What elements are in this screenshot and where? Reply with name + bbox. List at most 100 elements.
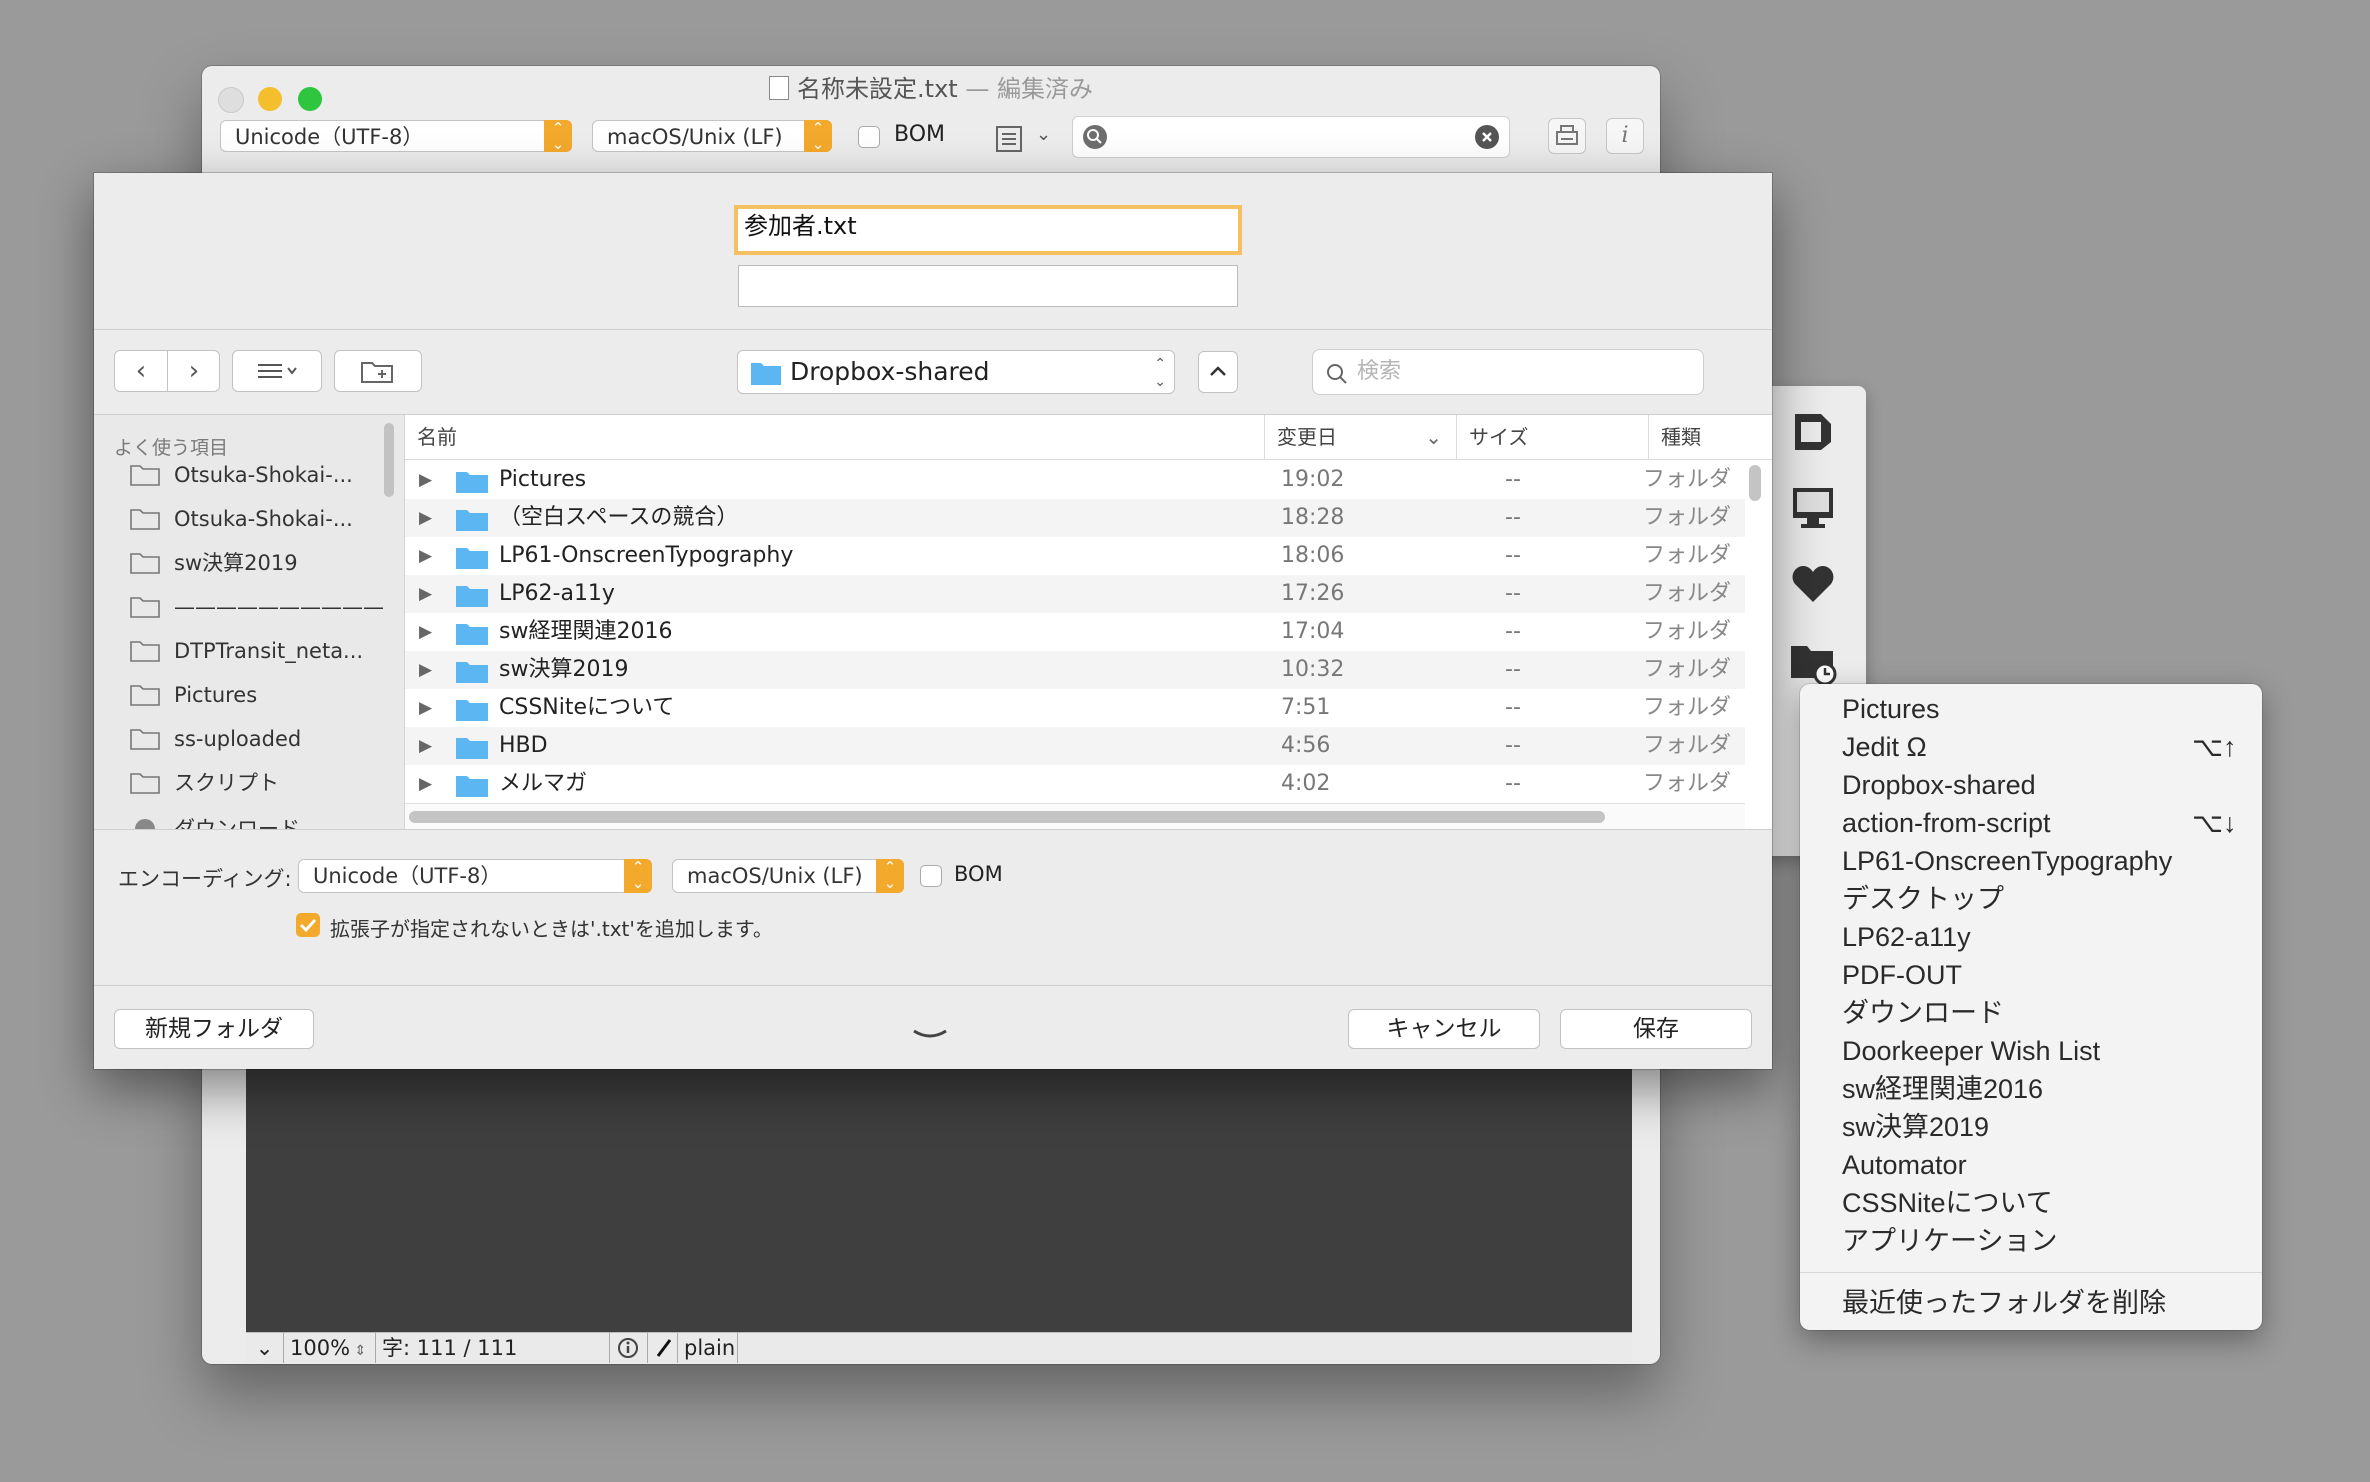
sheet-bom-checkbox[interactable]: [920, 865, 942, 887]
column-header-kind[interactable]: 種類: [1649, 415, 1772, 459]
menu-item-label: ダウンロード: [1842, 998, 2004, 1028]
file-size: --: [1505, 505, 1521, 530]
disclosure-triangle-icon[interactable]: ▶: [419, 689, 432, 727]
divider: [94, 829, 1772, 830]
file-kind: フォルダ: [1643, 619, 1732, 644]
menu-item[interactable]: sw経理関連2016: [1800, 1070, 2262, 1108]
menu-item[interactable]: CSSNiteについて: [1800, 1184, 2262, 1222]
editor-text-area[interactable]: [246, 1066, 1632, 1332]
disclosure-triangle-icon[interactable]: ▶: [419, 765, 432, 803]
recent-folder-icon[interactable]: [1787, 636, 1839, 688]
table-row[interactable]: ▶ Pictures 19:02 -- フォルダ: [405, 461, 1745, 499]
document-icon[interactable]: [1787, 406, 1839, 458]
encoding-popup[interactable]: Unicode（UTF-8） ⌃ ⌄: [220, 120, 572, 152]
file-modified: 10:32: [1281, 657, 1345, 682]
menu-item[interactable]: LP62-a11y: [1800, 918, 2262, 956]
menu-item[interactable]: action-from-script ⌥↓: [1800, 804, 2262, 842]
pencil-icon[interactable]: [648, 1333, 678, 1363]
folder-icon: [130, 773, 160, 794]
cancel-button[interactable]: キャンセル: [1348, 1009, 1540, 1049]
browser-sidebar: よく使う項目 Otsuka-Shokai-... Otsuka-Shokai-.…: [94, 415, 405, 829]
file-kind: フォルダ: [1643, 695, 1732, 720]
popup-arrows-icon: ⌃ ⌄: [544, 120, 572, 152]
folder-icon: [456, 510, 488, 531]
chevron-down-icon[interactable]: ⌄: [246, 1333, 284, 1363]
chevron-left-icon[interactable]: ‹: [115, 351, 168, 391]
disclosure-triangle-icon[interactable]: ▶: [419, 537, 432, 575]
monitor-icon[interactable]: [1787, 482, 1839, 534]
column-header-size[interactable]: サイズ: [1457, 415, 1649, 459]
table-row[interactable]: ▶ sw決算2019 10:32 -- フォルダ: [405, 651, 1745, 689]
disclosure-triangle-icon[interactable]: ▶: [419, 461, 432, 499]
location-popup[interactable]: Dropbox-shared ⌃ ⌄: [737, 350, 1175, 394]
table-row[interactable]: ▶ メルマガ 4:02 -- フォルダ: [405, 765, 1745, 803]
new-folder-button[interactable]: 新規フォルダ: [114, 1009, 314, 1049]
menu-item[interactable]: Jedit Ω ⌥↑: [1800, 728, 2262, 766]
location-popup-value: Dropbox-shared: [790, 357, 990, 386]
menu-item[interactable]: sw決算2019: [1800, 1108, 2262, 1146]
sheet-encoding-popup[interactable]: Unicode（UTF-8） ⌃ ⌄: [298, 859, 652, 893]
sheet-line-ending-popup[interactable]: macOS/Unix (LF) ⌃ ⌄: [672, 859, 904, 893]
info-circle-icon[interactable]: [610, 1333, 648, 1363]
syntax-mode[interactable]: plain: [678, 1333, 738, 1363]
column-header-name[interactable]: 名前: [405, 415, 1265, 459]
table-row[interactable]: ▶ HBD 4:56 -- フォルダ: [405, 727, 1745, 765]
view-mode-button[interactable]: [232, 350, 322, 392]
tag-input[interactable]: [738, 265, 1238, 307]
menu-item[interactable]: アプリケーション: [1800, 1222, 2262, 1260]
info-icon[interactable]: i: [1606, 118, 1644, 154]
menu-item[interactable]: Dropbox-shared: [1800, 766, 2262, 804]
column-header-modified[interactable]: 変更日 ⌄: [1265, 415, 1457, 459]
disclosure-triangle-icon[interactable]: ▶: [419, 613, 432, 651]
search-input[interactable]: 検索: [1312, 349, 1704, 395]
table-row[interactable]: ▶ sw経理関連2016 17:04 -- フォルダ: [405, 613, 1745, 651]
file-modified: 19:02: [1281, 467, 1345, 492]
menu-item[interactable]: Doorkeeper Wish List: [1800, 1032, 2262, 1070]
print-icon[interactable]: [1548, 118, 1586, 154]
clear-recent-folders-item[interactable]: 最近使ったフォルダを削除: [1800, 1284, 2262, 1322]
table-row[interactable]: ▶ CSSNiteについて 7:51 -- フォルダ: [405, 689, 1745, 727]
chevron-right-icon[interactable]: ›: [168, 351, 220, 391]
sidebar-scrollbar[interactable]: [384, 423, 394, 497]
line-ending-popup[interactable]: macOS/Unix (LF) ⌃ ⌄: [592, 120, 832, 152]
filename-input[interactable]: 参加者.txt: [734, 205, 1242, 255]
disclosure-triangle-icon[interactable]: ▶: [419, 499, 432, 537]
chevron-down-icon[interactable]: ⌄: [1036, 124, 1051, 145]
folder-icon: [456, 738, 488, 759]
zoom-level[interactable]: 100% ⇕: [284, 1333, 376, 1363]
menu-item[interactable]: デスクトップ: [1800, 880, 2262, 918]
chevron-up-icon[interactable]: [1198, 351, 1238, 393]
menu-item[interactable]: Pictures: [1800, 690, 2262, 728]
vertical-scrollbar[interactable]: [1749, 465, 1761, 501]
menu-item[interactable]: Automator: [1800, 1146, 2262, 1184]
horizontal-scrollbar[interactable]: [409, 811, 1605, 823]
clear-search-icon[interactable]: [1475, 125, 1499, 149]
disclosure-triangle-icon[interactable]: ▶: [419, 575, 432, 613]
back-forward-buttons: ‹ ›: [114, 350, 220, 392]
menu-item[interactable]: LP61-OnscreenTypography: [1800, 842, 2262, 880]
file-modified: 7:51: [1281, 695, 1331, 720]
extension-checkbox[interactable]: [296, 913, 320, 937]
file-name: メルマガ: [499, 771, 588, 796]
heart-icon[interactable]: [1787, 558, 1839, 610]
file-size: --: [1505, 581, 1521, 606]
new-folder-icon[interactable]: [334, 350, 422, 392]
search-field[interactable]: [1072, 116, 1510, 158]
menu-item-label: デスクトップ: [1842, 884, 2004, 914]
list-icon[interactable]: [994, 124, 1026, 154]
menu-item-shortcut: ⌥↑: [2192, 732, 2237, 762]
line-ending-popup-value: macOS/Unix (LF): [607, 125, 783, 149]
window-title-suffix: — 編集済み: [965, 75, 1093, 103]
menu-item-label: LP61-OnscreenTypography: [1842, 846, 2173, 876]
bom-checkbox[interactable]: [858, 126, 880, 148]
menu-item[interactable]: PDF-OUT: [1800, 956, 2262, 994]
disclosure-triangle-icon[interactable]: ▶: [419, 651, 432, 689]
table-row[interactable]: ▶ LP61-OnscreenTypography 18:06 -- フォルダ: [405, 537, 1745, 575]
disclosure-triangle-icon[interactable]: ▶: [419, 727, 432, 765]
chevron-collapse-icon[interactable]: [910, 1025, 950, 1045]
table-row[interactable]: ▶ LP62-a11y 17:26 -- フォルダ: [405, 575, 1745, 613]
document-icon: [769, 76, 790, 100]
save-button[interactable]: 保存: [1560, 1009, 1752, 1049]
menu-item[interactable]: ダウンロード: [1800, 994, 2262, 1032]
table-row[interactable]: ▶ （空白スペースの競合） 18:28 -- フォルダ: [405, 499, 1745, 537]
